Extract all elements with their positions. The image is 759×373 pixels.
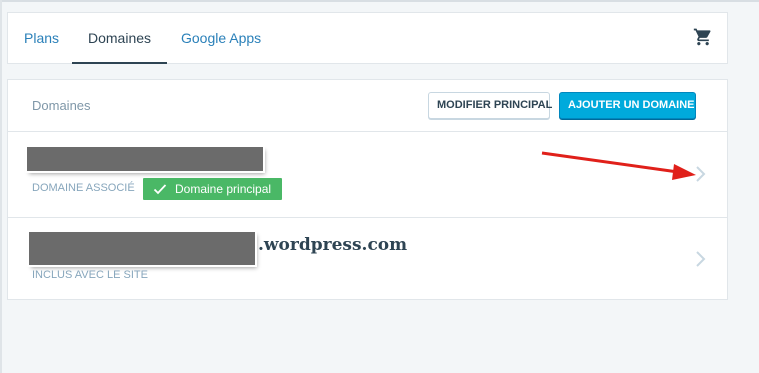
domain-type-label: INCLUS AVEC LE SITE xyxy=(32,269,148,281)
top-border xyxy=(0,0,759,2)
card-title: Domaines xyxy=(32,98,91,113)
primary-domain-badge: Domaine principal xyxy=(143,178,282,200)
badge-label: Domaine principal xyxy=(175,182,272,196)
add-domain-button[interactable]: AJOUTER UN DOMAINE xyxy=(559,92,696,119)
tab-domaines[interactable]: Domaines xyxy=(72,13,168,64)
section-nav: Plans Domaines Google Apps xyxy=(7,12,728,64)
domain-row-wordpress[interactable]: .wordpress.com INCLUS AVEC LE SITE xyxy=(8,218,727,300)
left-border xyxy=(0,0,2,373)
checkmark-icon xyxy=(153,184,167,195)
redacted-domain-name xyxy=(27,147,263,171)
modify-primary-button[interactable]: MODIFIER PRINCIPAL xyxy=(428,92,552,119)
chevron-right-icon[interactable] xyxy=(695,250,707,268)
tab-plans[interactable]: Plans xyxy=(8,13,75,63)
redacted-site-name xyxy=(29,232,255,265)
wordpress-domain-suffix: .wordpress.com xyxy=(258,235,408,255)
tab-google-apps[interactable]: Google Apps xyxy=(165,13,277,63)
domains-card: Domaines MODIFIER PRINCIPAL AJOUTER UN D… xyxy=(7,79,728,300)
cart-icon[interactable] xyxy=(693,27,713,47)
card-header: Domaines MODIFIER PRINCIPAL AJOUTER UN D… xyxy=(8,80,727,132)
domain-type-label: DOMAINE ASSOCIÉ xyxy=(32,182,135,194)
red-arrow-annotation xyxy=(541,151,696,180)
